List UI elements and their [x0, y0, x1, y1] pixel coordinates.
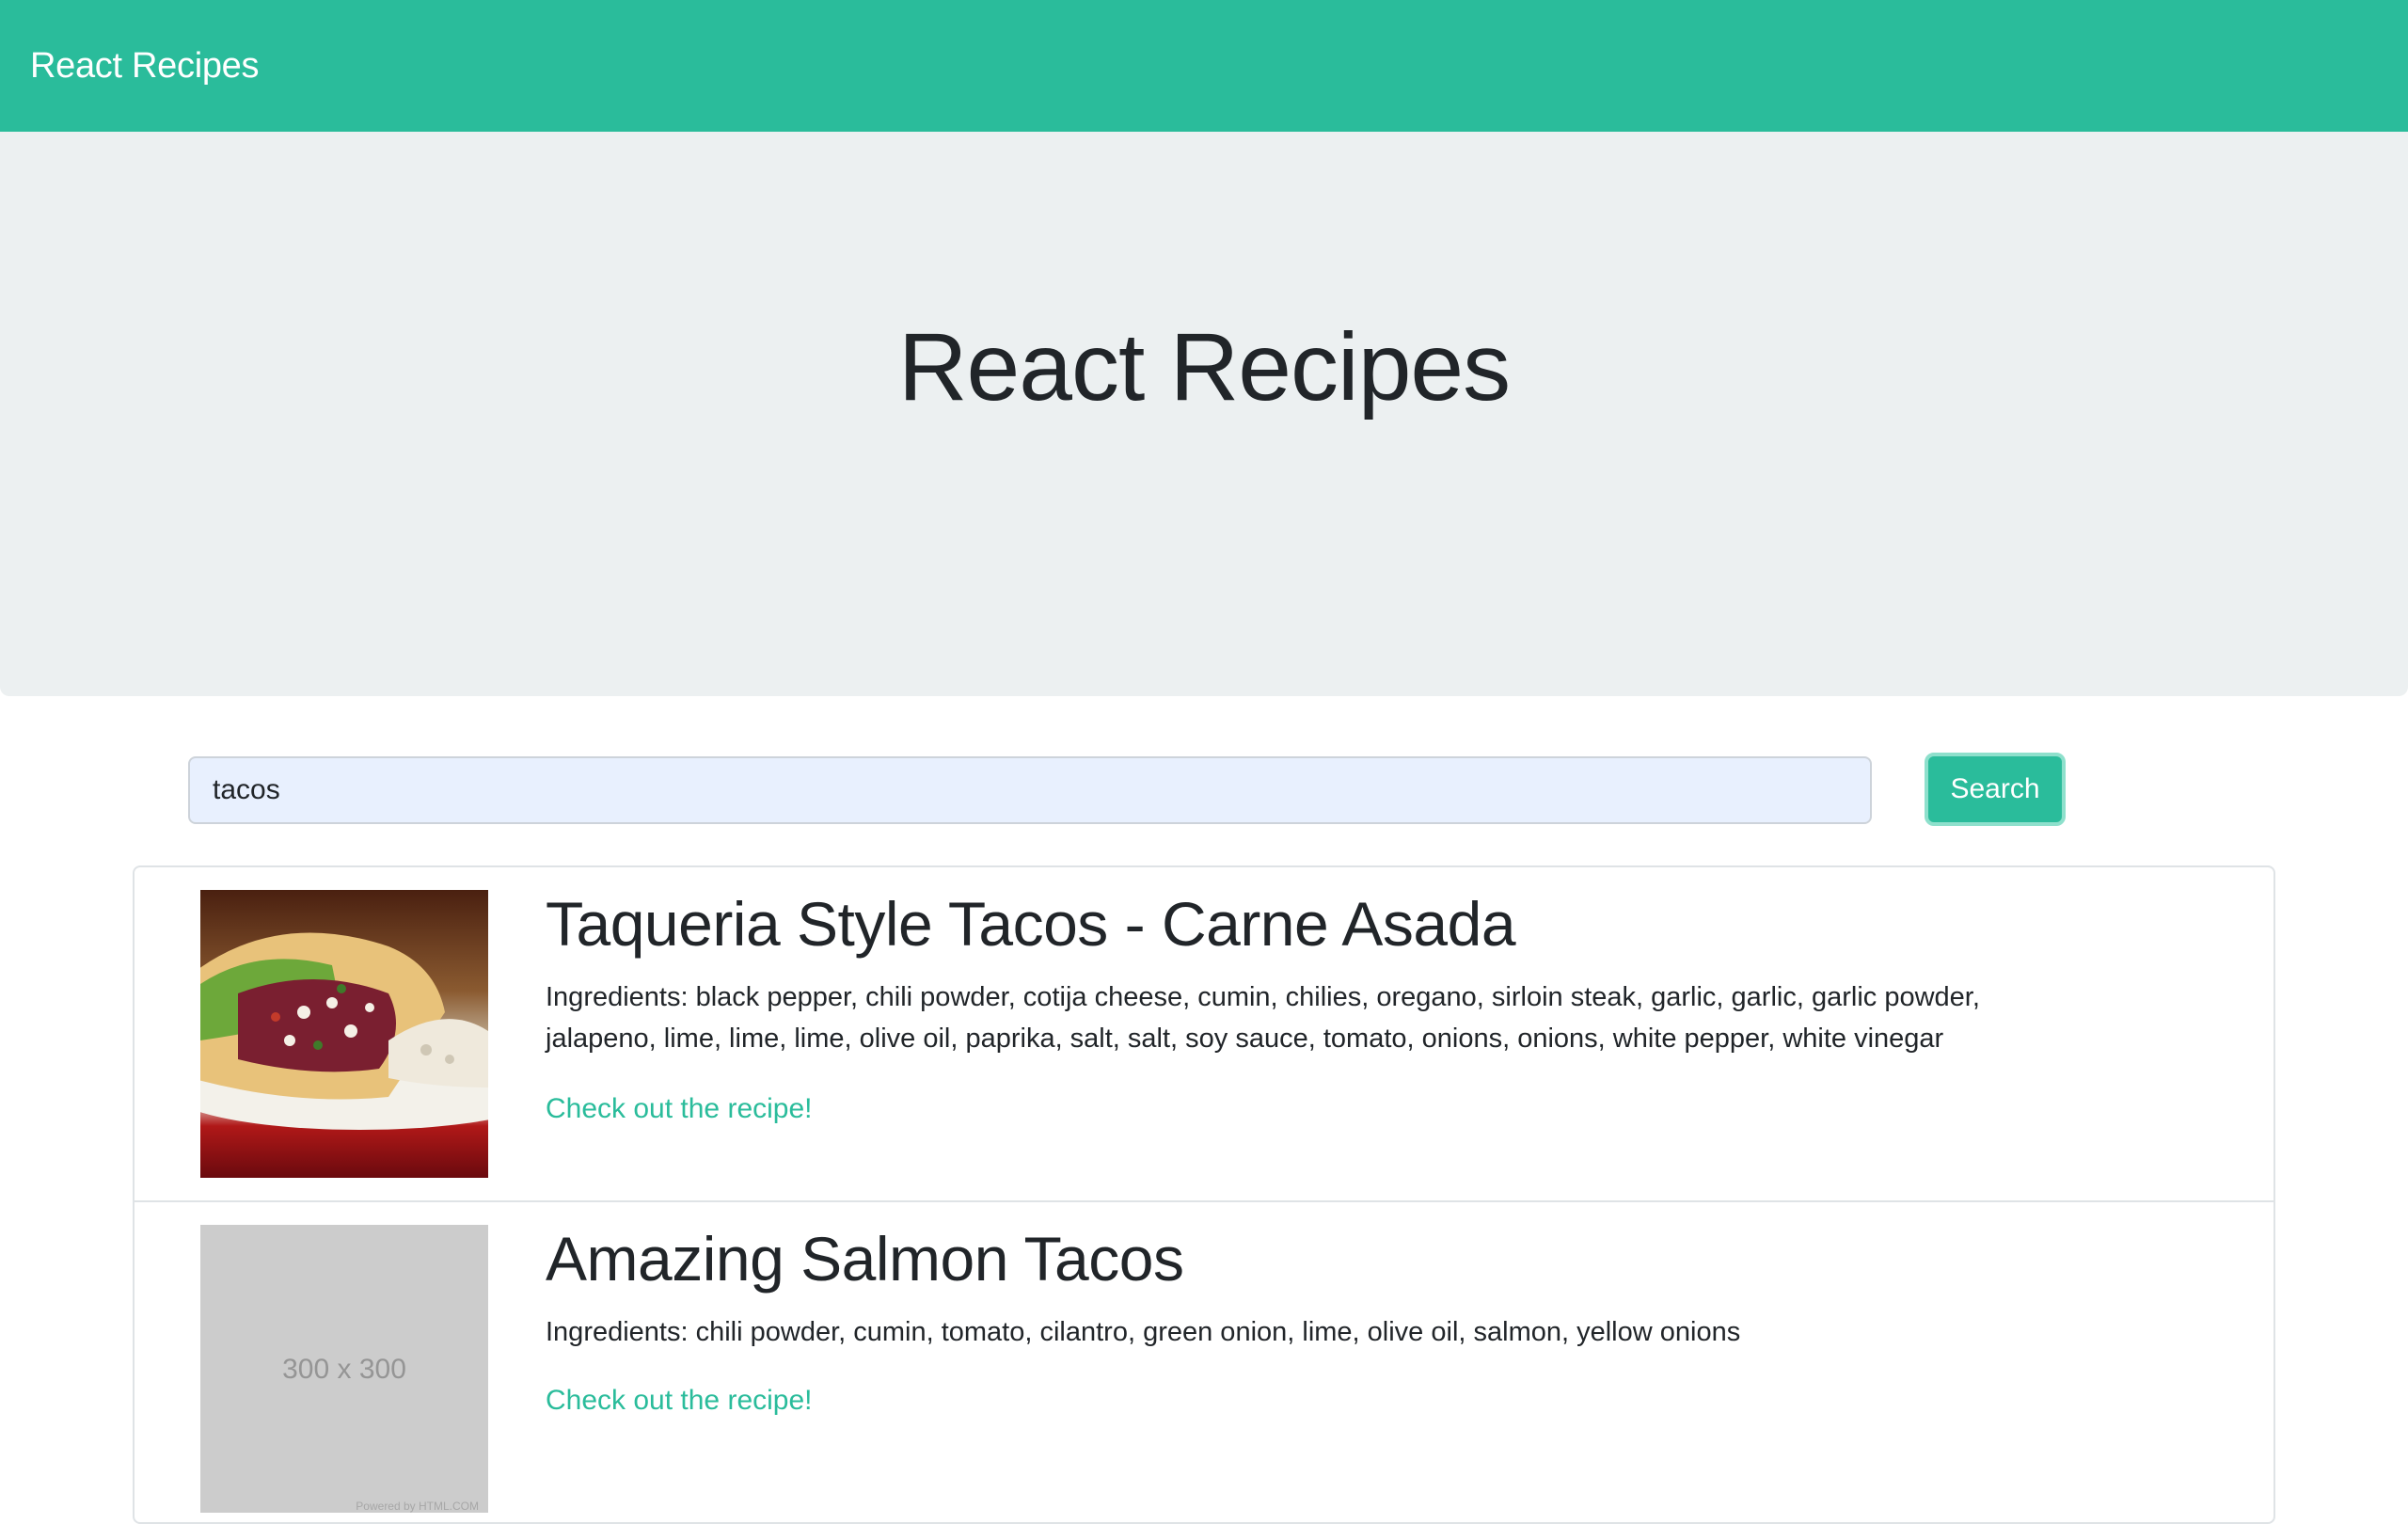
navbar-brand[interactable]: React Recipes [30, 46, 260, 87]
recipe-ingredients: Ingredients: chili powder, cumin, tomato… [546, 1317, 1741, 1347]
recipe-image [200, 890, 488, 1178]
list-item: Taqueria Style Tacos - Carne Asada Ingre… [135, 867, 2273, 1202]
recipe-link[interactable]: Check out the recipe! [546, 1093, 813, 1125]
recipe-ingredients: Ingredients: black pepper, chili powder,… [546, 982, 1980, 1054]
recipe-title: Amazing Salmon Tacos [546, 1224, 1184, 1294]
search-input[interactable] [188, 756, 1872, 824]
search-button[interactable]: Search [1925, 753, 2066, 826]
placeholder-image: 300 x 300 Powered by HTML.COM [200, 1225, 488, 1513]
results-list: Taqueria Style Tacos - Carne Asada Ingre… [133, 865, 2275, 1524]
recipe-title: Taqueria Style Tacos - Carne Asada [546, 889, 1516, 959]
list-item: 300 x 300 Powered by HTML.COM Amazing Sa… [135, 1202, 2273, 1522]
taco-photo [200, 890, 488, 1178]
hero-title: React Recipes [897, 312, 1511, 421]
recipe-link[interactable]: Check out the recipe! [546, 1385, 813, 1417]
recipe-image: 300 x 300 Powered by HTML.COM [200, 1225, 488, 1513]
placeholder-label: 300 x 300 [282, 1354, 406, 1385]
navbar: React Recipes [0, 0, 2408, 132]
hero-banner: React Recipes [0, 132, 2408, 696]
placeholder-credit: Powered by HTML.COM [356, 1500, 479, 1513]
